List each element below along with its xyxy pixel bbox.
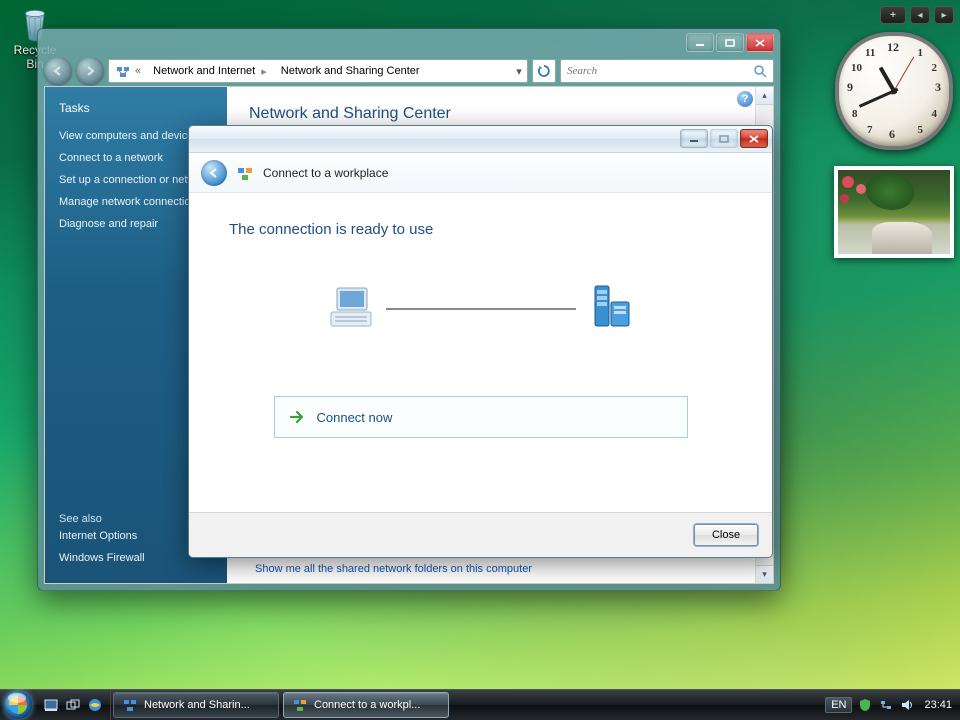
wizard-footer: Close (189, 512, 772, 557)
gadget-sidebar: + ◂ ▸ 12 3 6 9 1 2 4 5 7 8 10 11 (834, 6, 954, 258)
quick-launch (36, 690, 111, 720)
wizard-title: Connect to a workplace (263, 166, 388, 180)
breadcrumb-segment[interactable]: Network and Internet (153, 65, 255, 77)
workplace-icon (292, 697, 308, 713)
nav-forward-button[interactable] (76, 57, 104, 85)
tasks-header: Tasks (59, 101, 213, 115)
address-toolbar: « Network and Internet▸ Network and Shar… (44, 56, 774, 86)
gadget-prev-button[interactable]: ◂ (910, 6, 930, 24)
explorer-titlebar[interactable] (38, 29, 780, 56)
start-button[interactable] (0, 690, 36, 720)
wizard-maximize-button[interactable] (710, 129, 738, 148)
help-button[interactable]: ? (737, 91, 753, 107)
taskbar-button-network-sharing[interactable]: Network and Sharin... (113, 692, 279, 718)
taskbar-button-label: Network and Sharin... (144, 699, 250, 711)
taskbar-button-label: Connect to a workpl... (314, 699, 420, 711)
network-sharing-center-icon (115, 63, 131, 79)
wizard-titlebar[interactable] (189, 126, 772, 153)
workplace-icon (237, 165, 253, 181)
minimize-button[interactable] (686, 33, 714, 52)
tray-clock[interactable]: 23:41 (920, 699, 952, 711)
photo-gadget[interactable] (834, 166, 954, 258)
close-button[interactable] (746, 33, 774, 52)
gadget-next-button[interactable]: ▸ (934, 6, 954, 24)
wizard-body: The connection is ready to use Connect n… (189, 192, 772, 513)
clock-gadget[interactable]: 12 3 6 9 1 2 4 5 7 8 10 11 (835, 32, 953, 150)
language-indicator[interactable]: EN (825, 697, 852, 713)
server-icon (581, 280, 637, 336)
desktop-background: Recycle Bin + ◂ ▸ 12 3 6 9 1 2 4 5 7 8 1… (0, 0, 960, 720)
page-title: Network and Sharing Center (249, 105, 451, 123)
breadcrumb-segment[interactable]: Network and Sharing Center (281, 65, 420, 77)
tray-network-icon[interactable] (878, 697, 894, 713)
search-box[interactable] (560, 59, 774, 83)
taskbar: Network and Sharin... Connect to a workp… (0, 689, 960, 720)
gadget-add-button[interactable]: + (880, 6, 906, 24)
connect-now-label: Connect now (317, 410, 393, 425)
refresh-button[interactable] (532, 59, 556, 83)
start-orb-icon (4, 691, 32, 719)
address-bar[interactable]: « Network and Internet▸ Network and Shar… (108, 59, 528, 83)
nav-back-button[interactable] (44, 57, 72, 85)
address-dropdown[interactable]: ▾ (511, 65, 527, 78)
search-input[interactable] (561, 65, 753, 77)
ie-icon[interactable] (86, 696, 104, 714)
wizard-heading: The connection is ready to use (229, 221, 732, 238)
arrow-right-icon (289, 409, 305, 425)
wizard-close-action-button[interactable]: Close (694, 524, 758, 546)
maximize-button[interactable] (716, 33, 744, 52)
computer-icon (325, 280, 381, 336)
search-icon[interactable] (753, 64, 773, 78)
shared-folders-link[interactable]: Show me all the shared network folders o… (255, 563, 532, 575)
wizard-minimize-button[interactable] (680, 129, 708, 148)
taskbar-button-connect-workplace[interactable]: Connect to a workpl... (283, 692, 449, 718)
connect-workplace-wizard: Connect to a workplace The connection is… (188, 125, 773, 558)
wizard-close-button[interactable] (740, 129, 768, 148)
tray-security-icon[interactable] (857, 697, 873, 713)
scroll-up-button[interactable]: ▴ (756, 87, 773, 105)
tray-volume-icon[interactable] (899, 697, 915, 713)
scroll-down-button[interactable]: ▾ (756, 565, 773, 583)
switch-windows-icon[interactable] (64, 696, 82, 714)
network-sharing-center-icon (122, 697, 138, 713)
wizard-back-button[interactable] (201, 160, 227, 186)
connection-diagram (331, 280, 631, 340)
system-tray: EN 23:41 (817, 690, 960, 720)
show-desktop-icon[interactable] (42, 696, 60, 714)
gadget-controls: + ◂ ▸ (834, 6, 954, 24)
wizard-header: Connect to a workplace (189, 153, 772, 193)
connect-now-button[interactable]: Connect now (274, 396, 688, 438)
